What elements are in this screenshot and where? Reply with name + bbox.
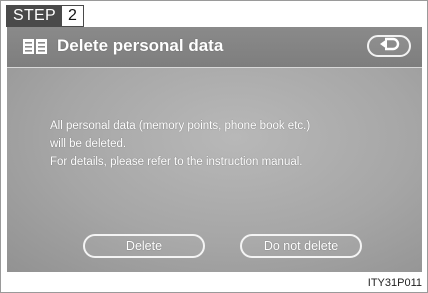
delete-button[interactable]: Delete <box>83 234 205 258</box>
figure-code: ITY31P011 <box>367 277 422 289</box>
step-header: STEP 2 <box>6 5 84 27</box>
message-line: will be deleted. <box>50 138 127 150</box>
return-arrow-icon <box>378 37 400 56</box>
step-label: STEP <box>6 5 62 27</box>
screen-title: Delete personal data <box>57 36 224 55</box>
document-list-icon <box>23 39 49 55</box>
display-screen: Delete personal data All personal data (… <box>7 27 422 272</box>
message-line: For details, please refer to the instruc… <box>50 156 303 168</box>
confirmation-message: All personal data (memory points, phone … <box>50 117 400 171</box>
title-bar: Delete personal data <box>7 27 422 68</box>
do-not-delete-button[interactable]: Do not delete <box>240 234 362 258</box>
message-line: All personal data (memory points, phone … <box>50 120 311 132</box>
back-button[interactable] <box>367 35 411 57</box>
step-number: 2 <box>62 5 84 27</box>
